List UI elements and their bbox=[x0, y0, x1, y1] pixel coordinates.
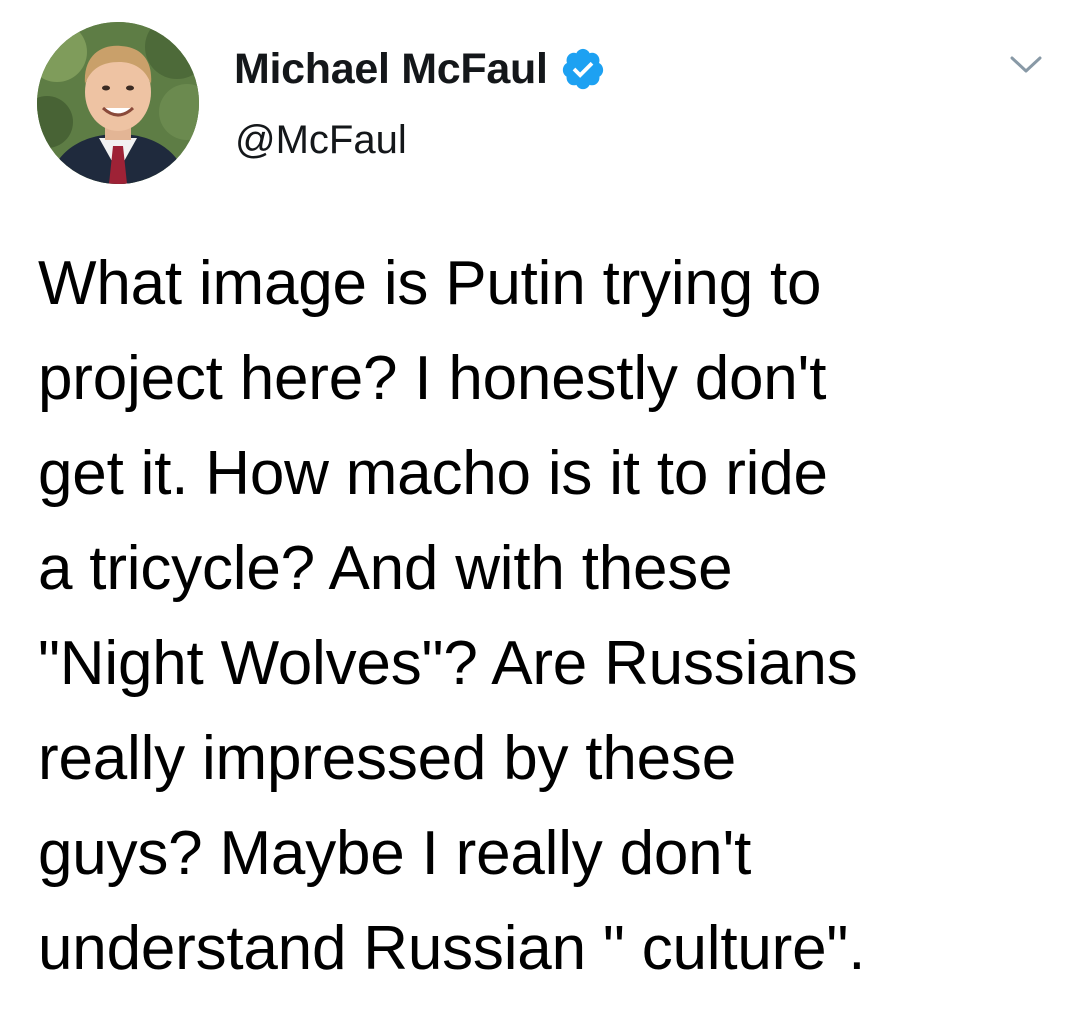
name-row: Michael McFaul bbox=[234, 40, 606, 98]
profile-photo-icon bbox=[37, 22, 199, 184]
user-handle[interactable]: @McFaul bbox=[235, 118, 407, 163]
avatar[interactable] bbox=[37, 22, 199, 184]
chevron-down-icon[interactable] bbox=[1004, 50, 1048, 80]
display-name[interactable]: Michael McFaul bbox=[234, 45, 548, 94]
tweet-text: What image is Putin trying to project he… bbox=[38, 249, 866, 983]
tweet-card: Michael McFaul @McFaul What image is Put… bbox=[0, 0, 1080, 1014]
verified-badge-icon bbox=[560, 46, 606, 92]
